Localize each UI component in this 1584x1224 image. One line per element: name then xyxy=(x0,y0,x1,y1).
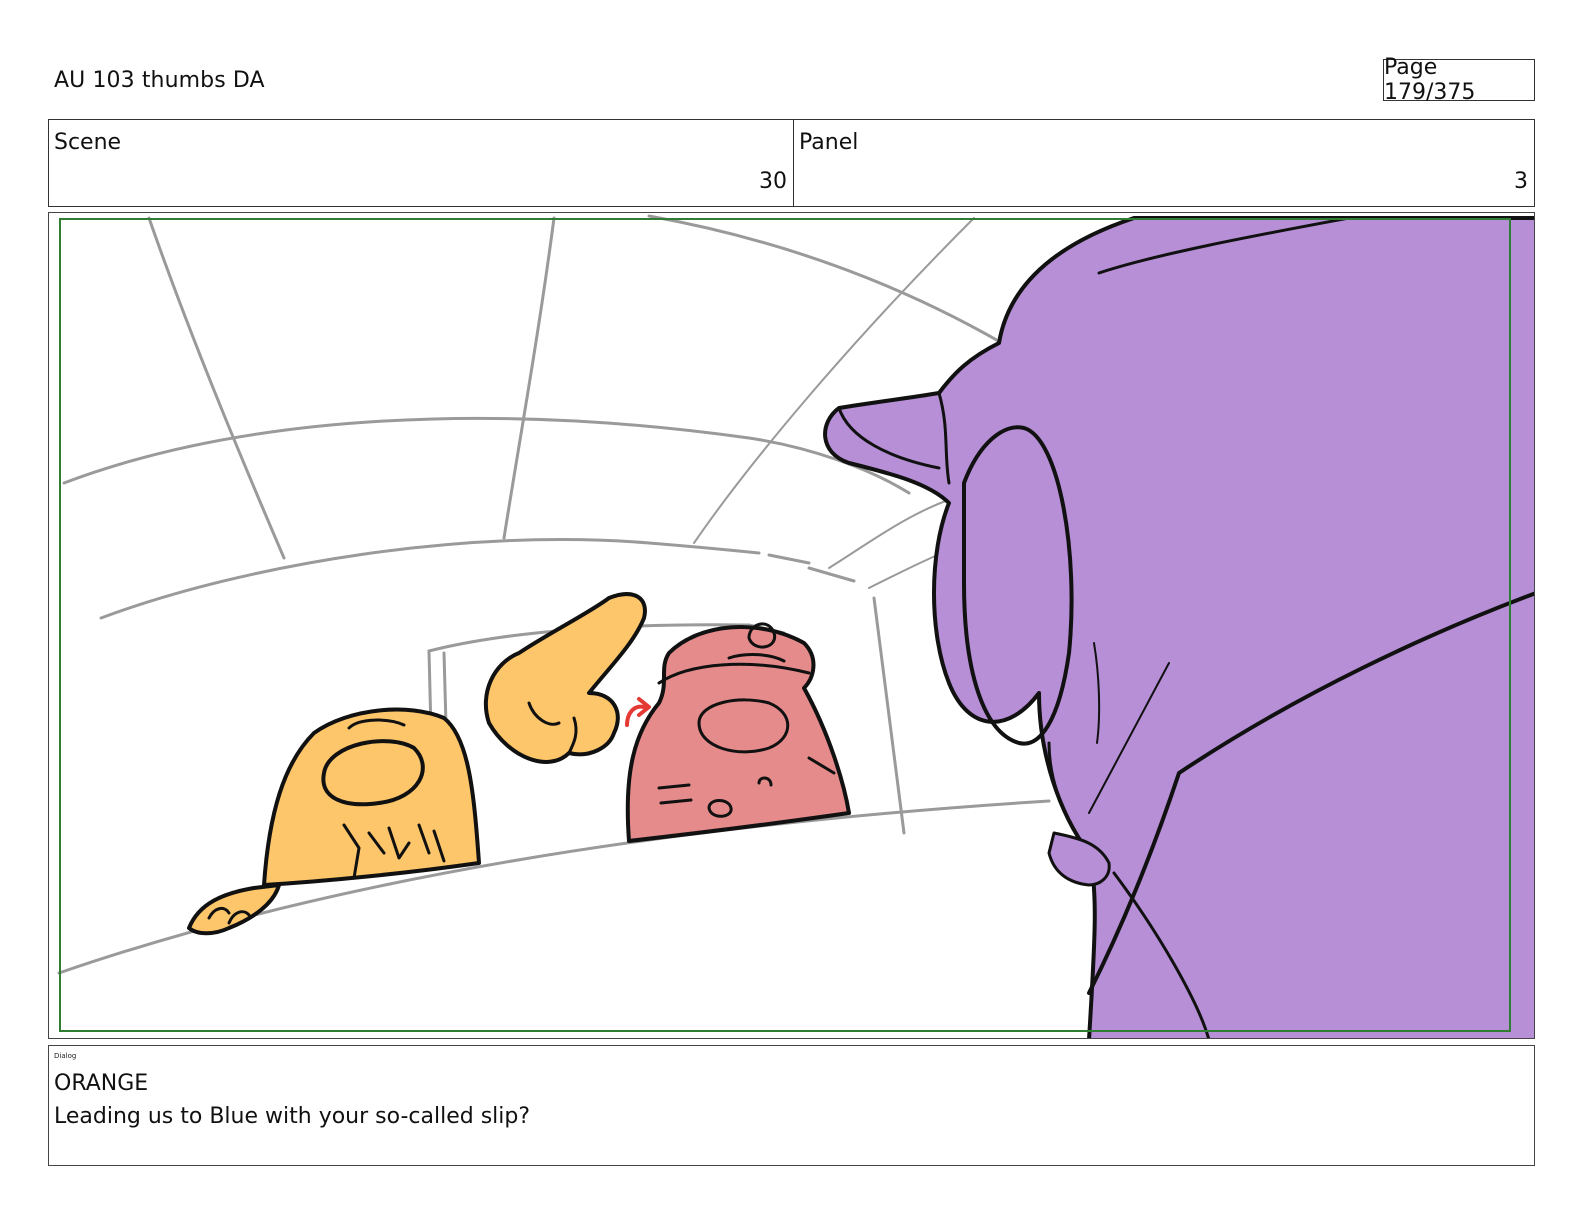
panel-number: 3 xyxy=(1514,169,1528,194)
scene-label: Scene xyxy=(54,130,122,155)
storyboard-frame xyxy=(48,212,1535,1039)
storyboard-drawing xyxy=(57,214,1534,1038)
panel-label: Panel xyxy=(799,130,859,155)
background-room-lines xyxy=(57,214,1051,975)
document-title: AU 103 thumbs DA xyxy=(54,68,265,93)
action-arrow xyxy=(625,704,646,727)
scene-cell: Scene 30 xyxy=(49,120,794,206)
dialog-tag: Dialog xyxy=(54,1052,77,1060)
dialog-box: Dialog ORANGE Leading us to Blue with yo… xyxy=(48,1045,1535,1166)
scene-number: 30 xyxy=(759,169,787,194)
orange-character xyxy=(187,592,647,936)
dialog-character-name: ORANGE xyxy=(54,1071,149,1096)
page-indicator: Page 179/375 xyxy=(1383,55,1535,105)
dialog-line: Leading us to Blue with your so-called s… xyxy=(54,1104,531,1129)
scene-panel-header: Scene 30 Panel 3 xyxy=(48,119,1535,207)
panel-cell: Panel 3 xyxy=(794,120,1534,206)
red-character xyxy=(625,622,851,843)
purple-character xyxy=(823,216,1534,1038)
